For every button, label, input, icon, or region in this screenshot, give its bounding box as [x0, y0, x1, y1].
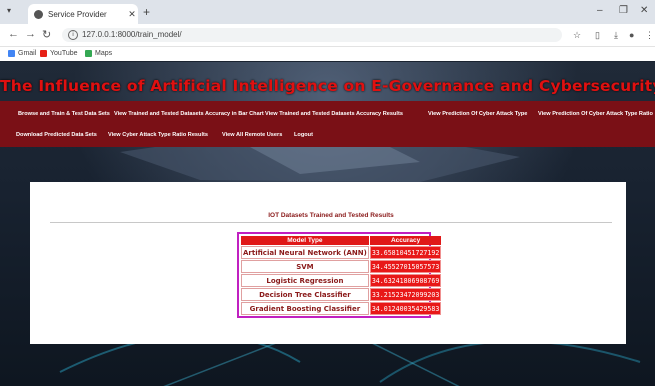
accuracy-cell: 33.21523472099203: [369, 288, 442, 301]
nav-attack-ratio-results[interactable]: View Cyber Attack Type Ratio Results: [108, 132, 208, 138]
url-field[interactable]: i 127.0.0.1:8000/train_model/: [62, 28, 562, 42]
page-body: The Influence of Artificial Intelligence…: [0, 62, 655, 386]
bookmark-youtube[interactable]: YouTube: [40, 50, 78, 57]
nav-logout[interactable]: Logout: [294, 132, 313, 138]
bookmark-gmail-label: Gmail: [18, 50, 37, 57]
nav-accuracy-results[interactable]: View Trained and Tested Datasets Accurac…: [265, 111, 403, 117]
tab-favicon-icon: [34, 9, 43, 19]
model-type-cell: SVM: [241, 260, 369, 273]
minimize-icon[interactable]: –: [597, 5, 603, 16]
forward-icon[interactable]: →: [25, 28, 36, 40]
column-header-model: Model Type: [241, 236, 369, 245]
table-row: SVM 34.45527015057573: [241, 260, 442, 273]
model-type-cell: Gradient Boosting Classifier: [241, 302, 369, 315]
bookmarks-bar: Gmail YouTube Maps: [0, 47, 655, 61]
table-row: Decision Tree Classifier 33.215234720992…: [241, 288, 442, 301]
bookmark-maps-label: Maps: [95, 50, 113, 57]
menu-dots-icon[interactable]: ⋮: [645, 30, 654, 41]
model-type-cell: Decision Tree Classifier: [241, 288, 369, 301]
download-icon[interactable]: ⤓: [614, 30, 618, 41]
close-window-icon[interactable]: ✕: [640, 5, 648, 16]
profile-icon[interactable]: ●: [629, 30, 634, 40]
tab-title: Service Provider: [48, 9, 107, 19]
results-table-frame: Model Type Accuracy Artificial Neural Ne…: [237, 232, 442, 318]
site-info-icon[interactable]: i: [68, 29, 78, 40]
nav-prediction-attack-ratio[interactable]: View Prediction Of Cyber Attack Type Rat…: [538, 111, 653, 117]
accuracy-cell: 34.45527015057573: [369, 260, 442, 273]
nav-prediction-attack-type[interactable]: View Prediction Of Cyber Attack Type: [428, 111, 527, 117]
nav-remote-users[interactable]: View All Remote Users: [222, 132, 282, 138]
table-row: Logistic Regression 34.63241806908769: [241, 274, 442, 287]
back-icon[interactable]: ←: [8, 28, 19, 40]
gmail-icon: [8, 50, 15, 57]
results-table: Model Type Accuracy Artificial Neural Ne…: [240, 235, 442, 316]
tab-close-icon[interactable]: ✕: [126, 9, 138, 20]
nav-download-predicted[interactable]: Download Predicted Data Sets: [16, 132, 97, 138]
bookmark-youtube-label: YouTube: [50, 50, 78, 57]
browser-tabstrip: ▾ Service Provider ✕ + – ❐ ✕: [0, 0, 655, 24]
accuracy-cell: 34.01240035429583: [369, 302, 442, 315]
address-bar-row: ← → ↻ i 127.0.0.1:8000/train_model/ ☆ ▯ ⤓…: [0, 24, 655, 47]
maps-icon: [85, 50, 92, 57]
table-header-row: Model Type Accuracy: [241, 236, 442, 245]
model-type-cell: Logistic Regression: [241, 274, 369, 287]
bookmark-star-icon[interactable]: ☆: [573, 30, 581, 41]
url-text: 127.0.0.1:8000/train_model/: [82, 30, 182, 39]
new-tab-icon[interactable]: +: [143, 5, 150, 19]
column-header-accuracy: Accuracy: [369, 236, 442, 245]
maximize-icon[interactable]: ❐: [619, 5, 628, 16]
results-panel: IOT Datasets Trained and Tested Results …: [30, 182, 626, 344]
table-row: Gradient Boosting Classifier 34.01240035…: [241, 302, 442, 315]
main-nav-menu: Browse and Train & Test Data Sets View T…: [0, 101, 655, 147]
bookmark-gmail[interactable]: Gmail: [8, 50, 36, 57]
nav-browse-train-test[interactable]: Browse and Train & Test Data Sets: [18, 111, 110, 117]
nav-accuracy-bar-chart[interactable]: View Trained and Tested Datasets Accurac…: [114, 111, 264, 117]
bookmark-maps[interactable]: Maps: [85, 50, 112, 57]
youtube-icon: [40, 50, 47, 57]
reload-icon[interactable]: ↻: [42, 28, 51, 41]
tab-search-chevron-icon[interactable]: ▾: [7, 6, 11, 15]
accuracy-cell: 33.65810451727192: [369, 246, 442, 259]
page-title: The Influence of Artificial Intelligence…: [0, 77, 655, 95]
extensions-icon[interactable]: ▯: [595, 30, 600, 41]
browser-tab[interactable]: Service Provider ✕: [28, 4, 138, 24]
results-heading: IOT Datasets Trained and Tested Results: [50, 209, 612, 223]
table-row: Artificial Neural Network (ANN) 33.65810…: [241, 246, 442, 259]
model-type-cell: Artificial Neural Network (ANN): [241, 246, 369, 259]
accuracy-cell: 34.63241806908769: [369, 274, 442, 287]
